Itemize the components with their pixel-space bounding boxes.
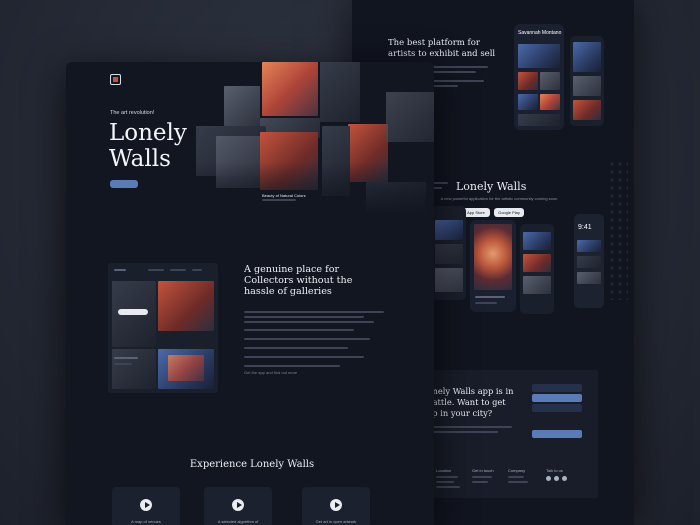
footer-col-talk: Talk to us bbox=[546, 468, 563, 473]
app-store-button[interactable]: App Store bbox=[462, 208, 490, 217]
email-input[interactable] bbox=[532, 394, 582, 402]
city-request-panel: Lonely Walls app is in Seattle. Want to … bbox=[418, 370, 598, 498]
get-app-link[interactable]: Get the app and find out more bbox=[244, 370, 297, 375]
art-tile-portrait bbox=[262, 62, 318, 116]
video-card-2[interactable]: A selected algorithm of bbox=[204, 487, 272, 525]
hero-eyebrow: The art revolution! bbox=[110, 110, 155, 116]
art-tile bbox=[386, 92, 434, 142]
decor-dots bbox=[608, 160, 628, 300]
logo-icon[interactable] bbox=[110, 74, 121, 85]
hero-title-line2: Walls bbox=[109, 146, 171, 172]
mid-title: Lonely Walls bbox=[456, 180, 527, 193]
video-card-3[interactable]: Get art in open artwork bbox=[302, 487, 370, 525]
clock-time: 9:41 bbox=[578, 224, 592, 231]
social-icon-1[interactable] bbox=[546, 476, 551, 481]
video-caption: Get art in open artwork bbox=[315, 519, 357, 524]
play-icon[interactable] bbox=[140, 499, 152, 511]
social-icon-3[interactable] bbox=[562, 476, 567, 481]
phone-mockup-clock: 9:41 bbox=[574, 214, 604, 308]
play-icon[interactable] bbox=[232, 499, 244, 511]
seattle-headline: Lonely Walls app is in Seattle. Want to … bbox=[422, 386, 514, 418]
video-caption: A map of venues bbox=[131, 519, 161, 524]
hero-cta-button[interactable] bbox=[110, 180, 138, 188]
city-input[interactable] bbox=[532, 384, 582, 392]
app-screenshot bbox=[108, 263, 218, 393]
submit-button[interactable] bbox=[532, 430, 582, 438]
app-store-label: App Store bbox=[467, 210, 485, 215]
mid-subtitle: A new powerful application for the artis… bbox=[440, 196, 558, 201]
footer-col-location: Location bbox=[436, 468, 452, 473]
video-caption: A selected algorithm of bbox=[217, 519, 259, 524]
artwork-caption: Beauty of Natural Colors bbox=[262, 193, 306, 198]
name-input[interactable] bbox=[532, 404, 582, 412]
google-play-button[interactable]: Google Play bbox=[494, 208, 524, 217]
social-icon-2[interactable] bbox=[554, 476, 559, 481]
app-inner-pill[interactable] bbox=[118, 309, 148, 315]
art-tile bbox=[224, 86, 260, 126]
back-page-headline: The best platform for artists to exhibit… bbox=[388, 38, 496, 59]
art-tile bbox=[320, 62, 360, 122]
footer-col-touch: Get in touch bbox=[472, 468, 494, 473]
video-card-1[interactable]: A map of venues bbox=[112, 487, 180, 525]
experience-title: Experience Lonely Walls bbox=[189, 459, 315, 470]
google-play-label: Google Play bbox=[498, 210, 520, 215]
phone-mockup-gallery bbox=[432, 206, 466, 300]
profile-name: Savannah Montano bbox=[518, 30, 562, 36]
hero-title-line1: Lonely bbox=[109, 120, 187, 146]
phone-mockup-list bbox=[520, 224, 554, 314]
front-page-sheet: Beauty of Natural Colors The art revolut… bbox=[66, 62, 434, 525]
collectors-headline: A genuine place for Collectors without t… bbox=[244, 264, 353, 298]
phone-mockup-side bbox=[570, 36, 604, 126]
phone-mockup-portrait bbox=[470, 220, 516, 312]
footer-col-company: Company bbox=[508, 468, 526, 473]
play-icon[interactable] bbox=[330, 499, 342, 511]
phone-mockup-profile: Savannah Montano bbox=[514, 24, 564, 130]
